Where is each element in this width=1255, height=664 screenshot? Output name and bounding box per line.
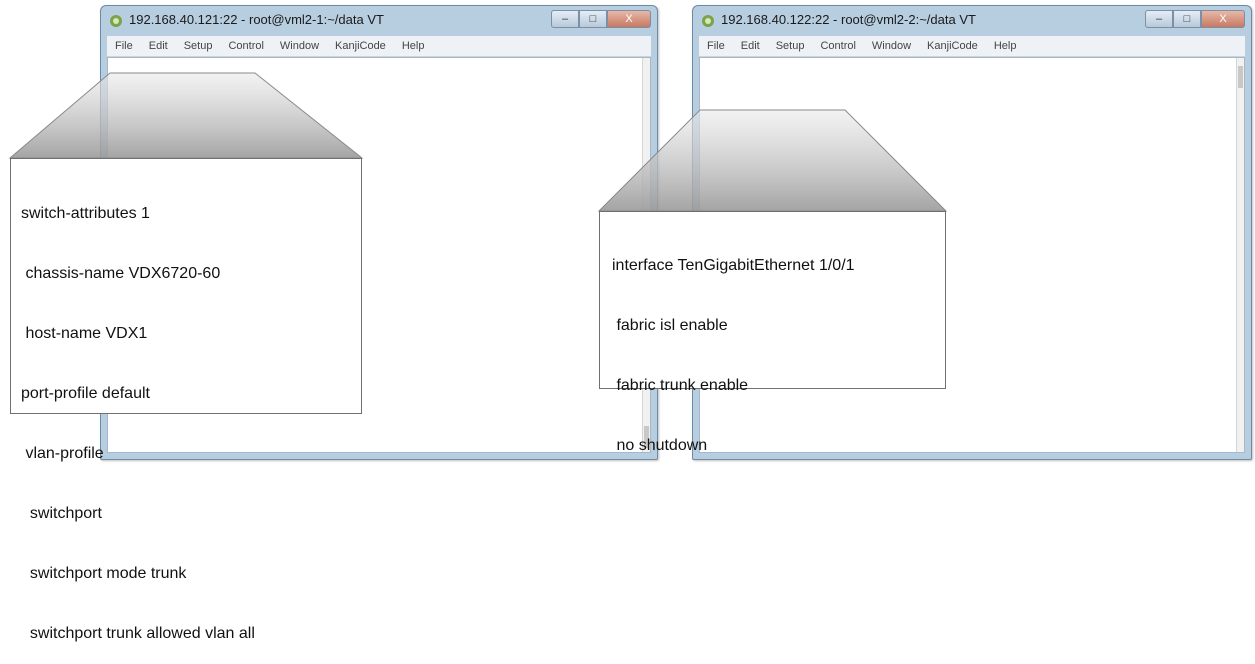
config-line: switchport trunk allowed vlan all bbox=[21, 625, 255, 642]
config-line: switchport bbox=[21, 505, 102, 522]
config-line: interface TenGigabitEthernet 1/0/1 bbox=[612, 257, 855, 274]
config-line: switchport mode trunk bbox=[21, 565, 187, 582]
config-line: chassis-name VDX6720-60 bbox=[21, 265, 221, 282]
config-callout-right: interface TenGigabitEthernet 1/0/1 fabri… bbox=[599, 211, 946, 454]
config-line: no shutdown bbox=[612, 437, 708, 454]
config-line: port-profile default bbox=[21, 385, 150, 402]
zoom-wedge-left bbox=[8, 72, 364, 159]
config-line: switch-attributes 1 bbox=[21, 205, 150, 222]
zoom-wedge-right bbox=[597, 109, 948, 212]
config-line: host-name VDX1 bbox=[21, 325, 148, 342]
config-line: fabric trunk enable bbox=[612, 377, 749, 394]
config-callout-left: switch-attributes 1 chassis-name VDX6720… bbox=[10, 158, 362, 642]
config-line: fabric isl enable bbox=[612, 317, 728, 334]
config-line: vlan-profile bbox=[21, 445, 104, 462]
